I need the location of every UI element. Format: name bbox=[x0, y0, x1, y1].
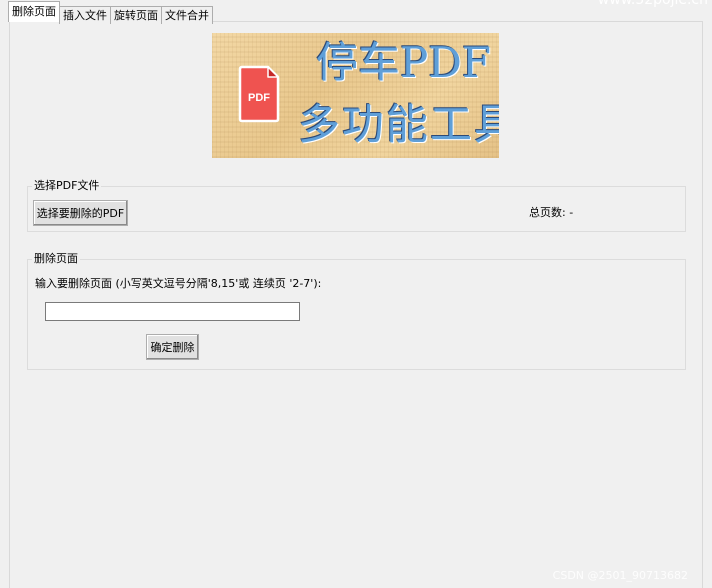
banner-title-line1: 停车PDF bbox=[316, 38, 492, 87]
tab-bar: 删除页面 插入文件 旋转页面 文件合并 bbox=[8, 1, 213, 24]
select-pdf-group: 选择PDF文件 选择要删除的PDF 总页数: - bbox=[27, 179, 686, 232]
confirm-delete-button[interactable]: 确定删除 bbox=[146, 334, 199, 360]
tab-rotate-pages[interactable]: 旋转页面 bbox=[110, 6, 162, 24]
delete-instruction-label: 输入要删除页面 (小写英文逗号分隔'8,15'或 连续页 '2-7'): bbox=[35, 277, 322, 290]
pdf-file-icon: PDF bbox=[238, 65, 280, 123]
banner-title-line2: 多功能工具 bbox=[298, 100, 499, 149]
banner-image: PDF 停车PDF 多功能工具 bbox=[212, 33, 499, 158]
select-pdf-group-title: 选择PDF文件 bbox=[32, 179, 102, 193]
select-pdf-button[interactable]: 选择要删除的PDF bbox=[33, 200, 128, 226]
watermark-top: www.52pojie.cn bbox=[597, 0, 708, 8]
delete-pages-group-title: 删除页面 bbox=[32, 252, 80, 266]
app-window: 删除页面 插入文件 旋转页面 文件合并 www.52pojie.cn PDF 停… bbox=[0, 0, 712, 588]
tab-insert-file[interactable]: 插入文件 bbox=[59, 6, 111, 24]
watermark-bottom: CSDN @2501_90713682 bbox=[552, 569, 688, 582]
tab-merge-files[interactable]: 文件合并 bbox=[161, 6, 213, 24]
pdf-icon-label: PDF bbox=[248, 92, 270, 104]
tab-delete-pages[interactable]: 删除页面 bbox=[8, 1, 60, 22]
delete-pages-group: 删除页面 输入要删除页面 (小写英文逗号分隔'8,15'或 连续页 '2-7')… bbox=[27, 252, 686, 370]
page-count-label: 总页数: - bbox=[529, 206, 574, 219]
pages-to-delete-input[interactable] bbox=[45, 302, 300, 321]
